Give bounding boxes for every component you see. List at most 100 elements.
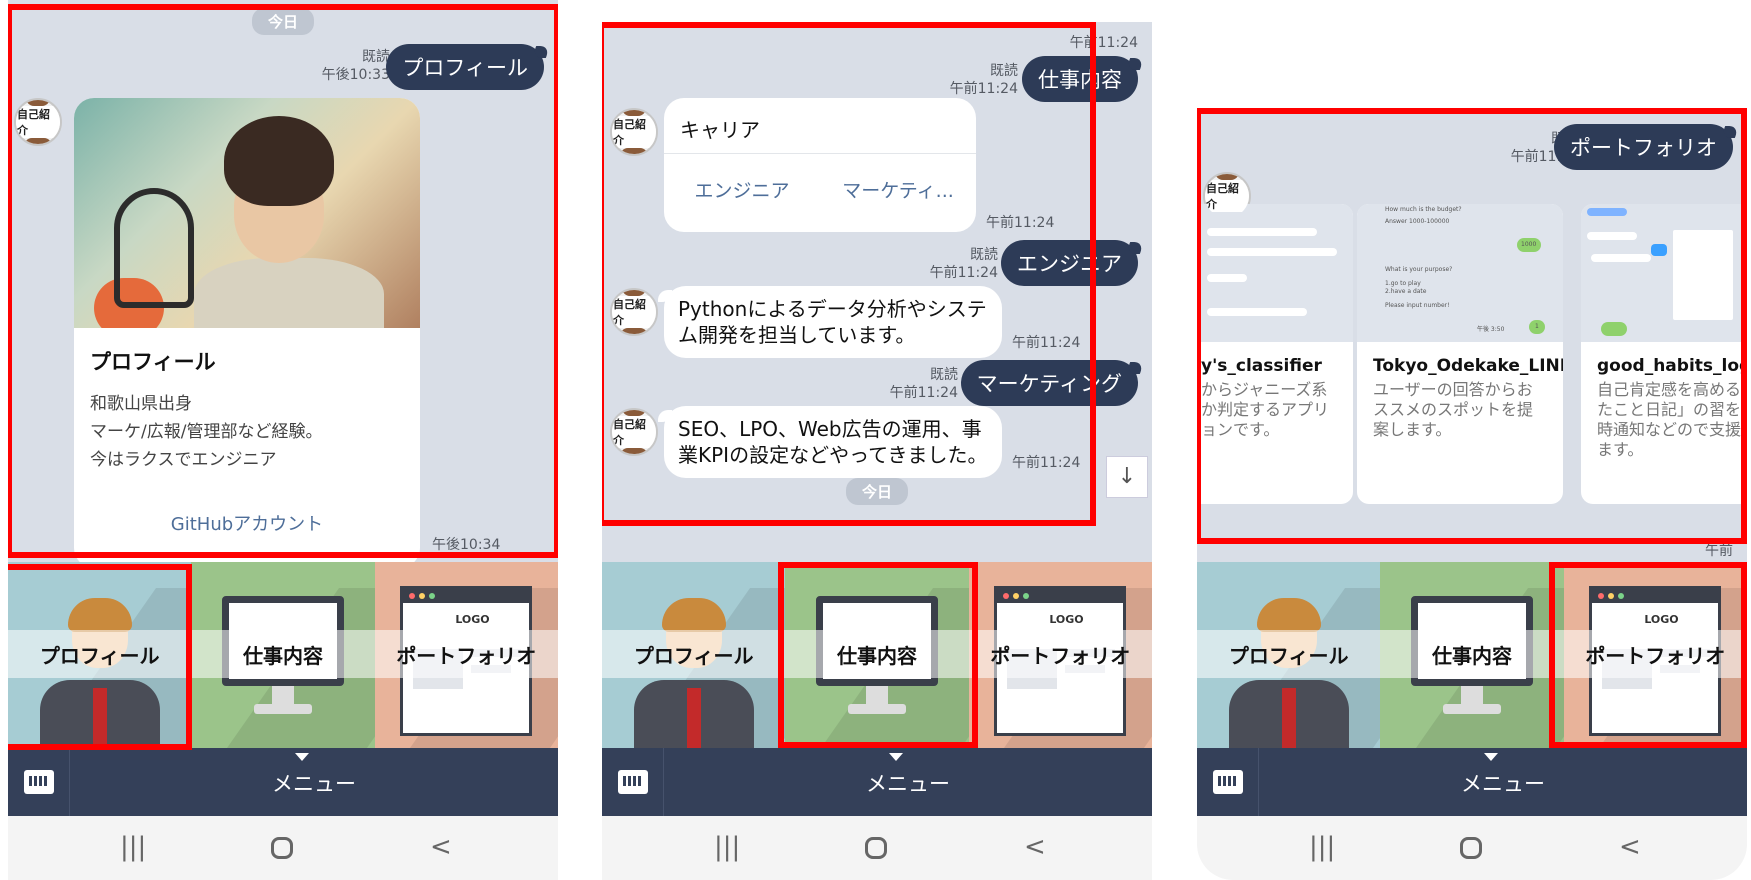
profile-line: マーケ/広報/管理部など経験。 <box>90 422 323 442</box>
back-icon[interactable]: < <box>1619 832 1641 862</box>
bot-avatar[interactable]: 自己紹介 <box>14 98 62 146</box>
portfolio-card-title: y's_classifier <box>1201 356 1322 376</box>
menu-bar: メニュー <box>602 748 1152 816</box>
home-icon[interactable] <box>865 837 887 859</box>
read-receipt: 既読 午後10:33 <box>322 48 390 84</box>
sent-message-bubble[interactable]: マーケティング <box>960 360 1138 406</box>
scroll-down-icon[interactable]: ↓ <box>1106 456 1148 498</box>
caret-down-icon <box>295 753 309 761</box>
recent-apps-icon[interactable]: ||| <box>120 832 146 862</box>
rich-menu-work-button[interactable]: 仕事内容 <box>191 562 375 748</box>
rich-menu-work-button[interactable]: 仕事内容 <box>1380 562 1564 748</box>
portfolio-card[interactable]: y's_classifier からジャニーズ系か判定するアプリョンです。 <box>1197 204 1353 504</box>
back-icon[interactable]: < <box>1024 832 1046 862</box>
avatar-label: 自己紹介 <box>612 416 656 448</box>
avatar-label: 自己紹介 <box>612 296 656 328</box>
menu-bar: メニュー <box>1197 748 1747 816</box>
career-option-marketing[interactable]: マーケティ... <box>820 176 976 203</box>
message-time: 午前 <box>1705 543 1733 559</box>
portfolio-thumbnail: How much is the budget? Answer 1000-1000… <box>1357 204 1563 342</box>
home-icon[interactable] <box>1460 837 1482 859</box>
logo-text: LOGO <box>455 613 490 626</box>
career-card-title: キャリア <box>664 98 976 154</box>
keyboard-icon[interactable] <box>1197 748 1259 816</box>
career-option-engineer[interactable]: エンジニア <box>664 176 820 203</box>
profile-card[interactable]: プロフィール 和歌山県出身 マーケ/広報/管理部など経験。 今はラクスでエンジニ… <box>74 98 420 562</box>
keyboard-icon[interactable] <box>8 748 70 816</box>
message-time: 午後10:34 <box>432 537 501 553</box>
recent-apps-icon[interactable]: ||| <box>1309 832 1335 862</box>
keyboard-icon[interactable] <box>602 748 664 816</box>
portfolio-card[interactable]: good_habits_logg 自己肯定感を高めるきたこと日記」の習を定時通知… <box>1581 204 1747 504</box>
profile-line: 今はラクスでエンジニア <box>90 450 277 470</box>
menu-toggle[interactable]: メニュー <box>1259 768 1747 798</box>
portfolio-card[interactable]: How much is the budget? Answer 1000-1000… <box>1357 204 1563 504</box>
recent-apps-icon[interactable]: ||| <box>714 832 740 862</box>
rich-menu-profile-button[interactable]: プロフィール <box>602 562 786 748</box>
career-card: キャリア エンジニア マーケティ... <box>664 98 976 232</box>
rich-menu: プロフィール 仕事内容 LOGO ポートフォリオ <box>8 562 558 748</box>
rich-menu-profile-button[interactable]: プロフィール <box>8 562 192 748</box>
message-time: 午前11:24 <box>1069 35 1138 51</box>
rich-menu-label: プロフィール <box>8 630 192 678</box>
profile-line: 和歌山県出身 <box>90 394 192 414</box>
portfolio-card-desc: ユーザーの回答からおススメのスポットを提案します。 <box>1373 380 1534 439</box>
rich-menu-label: 仕事内容 <box>785 630 969 678</box>
android-nav-bar: ||| < <box>602 816 1152 880</box>
android-nav-bar: ||| < <box>1197 816 1747 880</box>
profile-card-title: プロフィール <box>90 350 216 374</box>
thumbnail-text: Please input number! <box>1385 302 1450 309</box>
rich-menu-label: ポートフォリオ <box>1563 630 1747 678</box>
date-pill: 今日 <box>845 478 909 505</box>
portfolio-card-title: Tokyo_Odekake_LINE <box>1373 356 1563 376</box>
date-pill: 今日 <box>251 8 315 35</box>
profile-photo <box>74 98 420 328</box>
menu-toggle[interactable]: メニュー <box>70 768 558 798</box>
thumbnail-text: 1.go to play <box>1385 280 1421 287</box>
portfolio-card-desc: からジャニーズ系か判定するアプリョンです。 <box>1201 380 1330 439</box>
phone-screen-profile: 今日 既読 午後10:33 プロフィール 自己紹介 プロフィール 和歌山県出身 … <box>8 0 558 880</box>
avatar-label: 自己紹介 <box>1205 180 1249 212</box>
read-label: 既読 <box>990 63 1018 79</box>
message-time: 午前11:24 <box>929 265 998 281</box>
bot-avatar[interactable]: 自己紹介 <box>610 288 658 336</box>
avatar-label: 自己紹介 <box>16 106 60 138</box>
bot-avatar[interactable]: 自己紹介 <box>610 108 658 156</box>
home-icon[interactable] <box>271 837 293 859</box>
chat-area[interactable]: 既読 午前11:24 ポートフォリオ 自己紹介 y's_classifier か… <box>1197 108 1747 562</box>
sent-message-bubble[interactable]: エンジニア <box>1001 240 1138 286</box>
rich-menu-label: プロフィール <box>1197 630 1381 678</box>
rich-menu-portfolio-button[interactable]: LOGO ポートフォリオ <box>374 562 558 748</box>
chat-area[interactable]: 午前11:24 既読 午前11:24 仕事内容 自己紹介 キャリア エンジニア … <box>602 22 1152 562</box>
bot-avatar[interactable]: 自己紹介 <box>610 408 658 456</box>
sent-message-bubble[interactable]: プロフィール <box>386 44 544 90</box>
message-time: 午前11:24 <box>1012 455 1081 471</box>
bot-reply-bubble[interactable]: SEO、LPO、Web広告の運用、事業KPIの設定などやってきました。 <box>658 406 1002 478</box>
profile-card-body: 和歌山県出身 マーケ/広報/管理部など経験。 今はラクスでエンジニア <box>74 384 420 474</box>
rich-menu-profile-button[interactable]: プロフィール <box>1197 562 1381 748</box>
phone-screen-portfolio: 既読 午前11:24 ポートフォリオ 自己紹介 y's_classifier か… <box>1197 0 1747 880</box>
sent-message-bubble[interactable]: ポートフォリオ <box>1554 124 1733 170</box>
read-receipt: 既読 午前11:24 <box>890 366 958 402</box>
menu-toggle[interactable]: メニュー <box>664 768 1152 798</box>
sent-message-bubble[interactable]: 仕事内容 <box>1022 56 1138 102</box>
github-link[interactable]: GitHubアカウント <box>74 510 420 536</box>
message-time: 午後10:33 <box>321 67 390 83</box>
logo-text: LOGO <box>1644 613 1679 626</box>
message-time: 午前11:24 <box>986 215 1055 231</box>
portfolio-thumbnail <box>1197 204 1353 342</box>
rich-menu-work-button[interactable]: 仕事内容 <box>785 562 969 748</box>
rich-menu-label: 仕事内容 <box>191 630 375 678</box>
portfolio-card-desc: 自己肯定感を高めるきたこと日記」の習を定時通知などので支援します。 <box>1597 380 1747 459</box>
portfolio-thumbnail <box>1581 204 1747 342</box>
bot-reply-bubble[interactable]: Pythonによるデータ分析やシステム開発を担当しています。 <box>658 286 1002 358</box>
rich-menu-portfolio-button[interactable]: LOGO ポートフォリオ <box>1563 562 1747 748</box>
chat-area[interactable]: 今日 既読 午後10:33 プロフィール 自己紹介 プロフィール 和歌山県出身 … <box>8 0 558 562</box>
message-time: 午前11:24 <box>889 385 958 401</box>
rich-menu-portfolio-button[interactable]: LOGO ポートフォリオ <box>968 562 1152 748</box>
phone-screen-work: 午前11:24 既読 午前11:24 仕事内容 自己紹介 キャリア エンジニア … <box>602 0 1152 880</box>
read-receipt: 既読 午前11:24 <box>930 246 998 282</box>
back-icon[interactable]: < <box>430 832 452 862</box>
read-label: 既読 <box>930 367 958 383</box>
read-label: 既読 <box>362 49 390 65</box>
